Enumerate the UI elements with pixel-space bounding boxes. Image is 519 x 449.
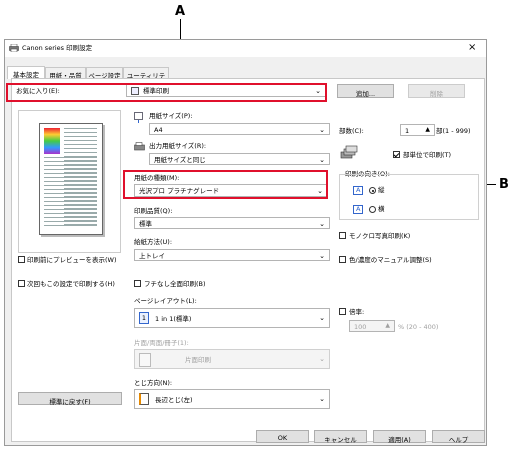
collate-icon [340, 144, 358, 162]
tab-page-setup[interactable]: ページ設定 [86, 67, 123, 80]
paper-size-value: A4 [154, 126, 163, 134]
binding-label: とじ方向(N): [134, 379, 173, 387]
restore-defaults-button[interactable]: 標準に戻す(F) [18, 392, 122, 406]
paper-size-icon [134, 112, 143, 123]
preview-before-print-label: 印刷前にプレビューを表示(W) [27, 256, 117, 264]
paper-size-label: 用紙サイズ(P): [149, 112, 193, 120]
preview-page [39, 123, 103, 235]
title-bar: Canon series 印刷設定 × [5, 40, 486, 57]
callout-a-highlight [6, 83, 327, 102]
landscape-label: 横 [378, 205, 385, 213]
copies-label: 部数(C): [339, 127, 364, 135]
borderless-checkbox[interactable] [134, 280, 141, 287]
chevron-down-icon: ⌄ [319, 252, 325, 260]
help-button[interactable]: ヘルプ [432, 430, 485, 444]
window-title: Canon series 印刷設定 [22, 44, 93, 52]
page-layout-label: ページレイアウト(L): [134, 297, 197, 305]
callout-b-highlight [123, 170, 328, 199]
spinner-arrows-icon[interactable]: ▲ [425, 126, 430, 133]
page-layout-value: 1 in 1(標準) [155, 315, 192, 323]
copies-value: 1 [405, 127, 410, 135]
binding-value: 長辺とじ(左) [155, 396, 193, 404]
color-adjust-checkbox[interactable] [339, 256, 346, 263]
landscape-radio[interactable] [369, 206, 376, 213]
collate-label: 部単位で印刷(T) [403, 151, 452, 159]
close-icon[interactable]: × [468, 43, 476, 53]
same-settings-label: 次回もこの設定で印刷する(H) [27, 280, 115, 288]
quality-label: 印刷品質(Q): [134, 207, 173, 215]
page-layout-select[interactable]: 1 1 in 1(標準) ⌄ [134, 308, 330, 328]
quality-select[interactable]: 標準 ⌄ [134, 217, 330, 229]
callout-a: A [175, 4, 186, 19]
quality-value: 標準 [139, 220, 152, 228]
copies-range: 部(1 - 999) [436, 127, 471, 135]
chevron-down-icon: ⌄ [319, 126, 325, 134]
binding-select[interactable]: 長辺とじ(左) ⌄ [134, 389, 330, 409]
chevron-down-icon: ⌄ [319, 314, 325, 322]
collate-checkbox[interactable] [393, 151, 400, 158]
preview-frame [18, 110, 121, 253]
paper-source-label: 給紙方法(U): [134, 238, 173, 246]
duplex-value: 片面印刷 [185, 356, 211, 364]
callout-b: B [499, 177, 509, 192]
scaling-spinner[interactable]: 100 ▲ [349, 320, 395, 332]
ok-button[interactable]: OK [256, 430, 309, 443]
mono-photo-checkbox[interactable] [339, 232, 346, 239]
binding-icon [139, 393, 149, 405]
scaling-range: % (20 - 400) [398, 323, 439, 331]
color-adjust-label: 色/濃度のマニュアル調整(S) [349, 256, 432, 264]
chevron-down-icon: ⌄ [319, 220, 325, 228]
chevron-down-icon: ⌄ [319, 395, 325, 403]
scaling-label: 倍率: [349, 308, 365, 316]
output-size-value: 用紙サイズと同じ [154, 156, 206, 164]
output-paper-icon [134, 142, 145, 152]
add-favorite-button[interactable]: 追加... [337, 84, 394, 98]
scaling-checkbox[interactable] [339, 308, 346, 315]
portrait-radio[interactable] [369, 187, 376, 194]
portrait-icon: A [353, 186, 364, 195]
preview-text-lines-lower [44, 157, 97, 229]
tab-paper-quality[interactable]: 用紙・品質 [45, 67, 86, 80]
paper-size-select[interactable]: A4 ⌄ [149, 123, 330, 135]
basic-settings-panel: お気に入り(E): 標準印刷 ⌄ 追加... 削除 用紙サイズ(P): A4 ⌄ [11, 78, 485, 442]
same-settings-checkbox[interactable] [18, 280, 25, 287]
page-layout-icon: 1 [139, 312, 149, 324]
preview-before-print-checkbox[interactable] [18, 256, 25, 263]
mono-photo-label: モノクロ写真印刷(K) [349, 232, 411, 240]
paper-source-select[interactable]: 上トレイ ⌄ [134, 249, 330, 261]
spinner-arrows-icon[interactable]: ▲ [385, 322, 390, 329]
paper-source-value: 上トレイ [139, 252, 165, 260]
portrait-label: 縦 [378, 186, 385, 194]
duplex-icon [139, 353, 151, 367]
copies-spinner[interactable]: 1 ▲ [400, 124, 435, 136]
chevron-down-icon: ⌄ [319, 355, 325, 363]
apply-button[interactable]: 適用(A) [373, 430, 426, 444]
output-size-label: 出力用紙サイズ(R): [149, 142, 207, 150]
duplex-label: 片面/両面/冊子(1): [134, 339, 189, 347]
output-size-select[interactable]: 用紙サイズと同じ ⌄ [149, 153, 330, 165]
printer-icon [9, 43, 19, 53]
preview-image [44, 128, 60, 154]
scaling-value: 100 [354, 323, 367, 331]
cancel-button[interactable]: キャンセル [314, 430, 367, 444]
delete-favorite-button[interactable]: 削除 [408, 84, 465, 98]
chevron-down-icon: ⌄ [319, 156, 325, 164]
borderless-label: フチなし全面印刷(B) [144, 280, 206, 288]
landscape-icon: A [353, 205, 364, 214]
duplex-select[interactable]: 片面印刷 ⌄ [134, 349, 330, 369]
tab-utility[interactable]: ユーティリティ [123, 67, 169, 90]
